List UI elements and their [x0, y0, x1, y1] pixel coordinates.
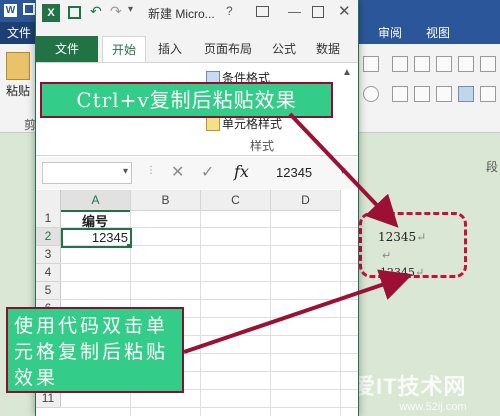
- paragraph-group-label: 段: [486, 160, 499, 174]
- arrow-bottom: [183, 269, 413, 354]
- arrows-layer: [183, 112, 413, 354]
- arrow-top: [288, 112, 399, 228]
